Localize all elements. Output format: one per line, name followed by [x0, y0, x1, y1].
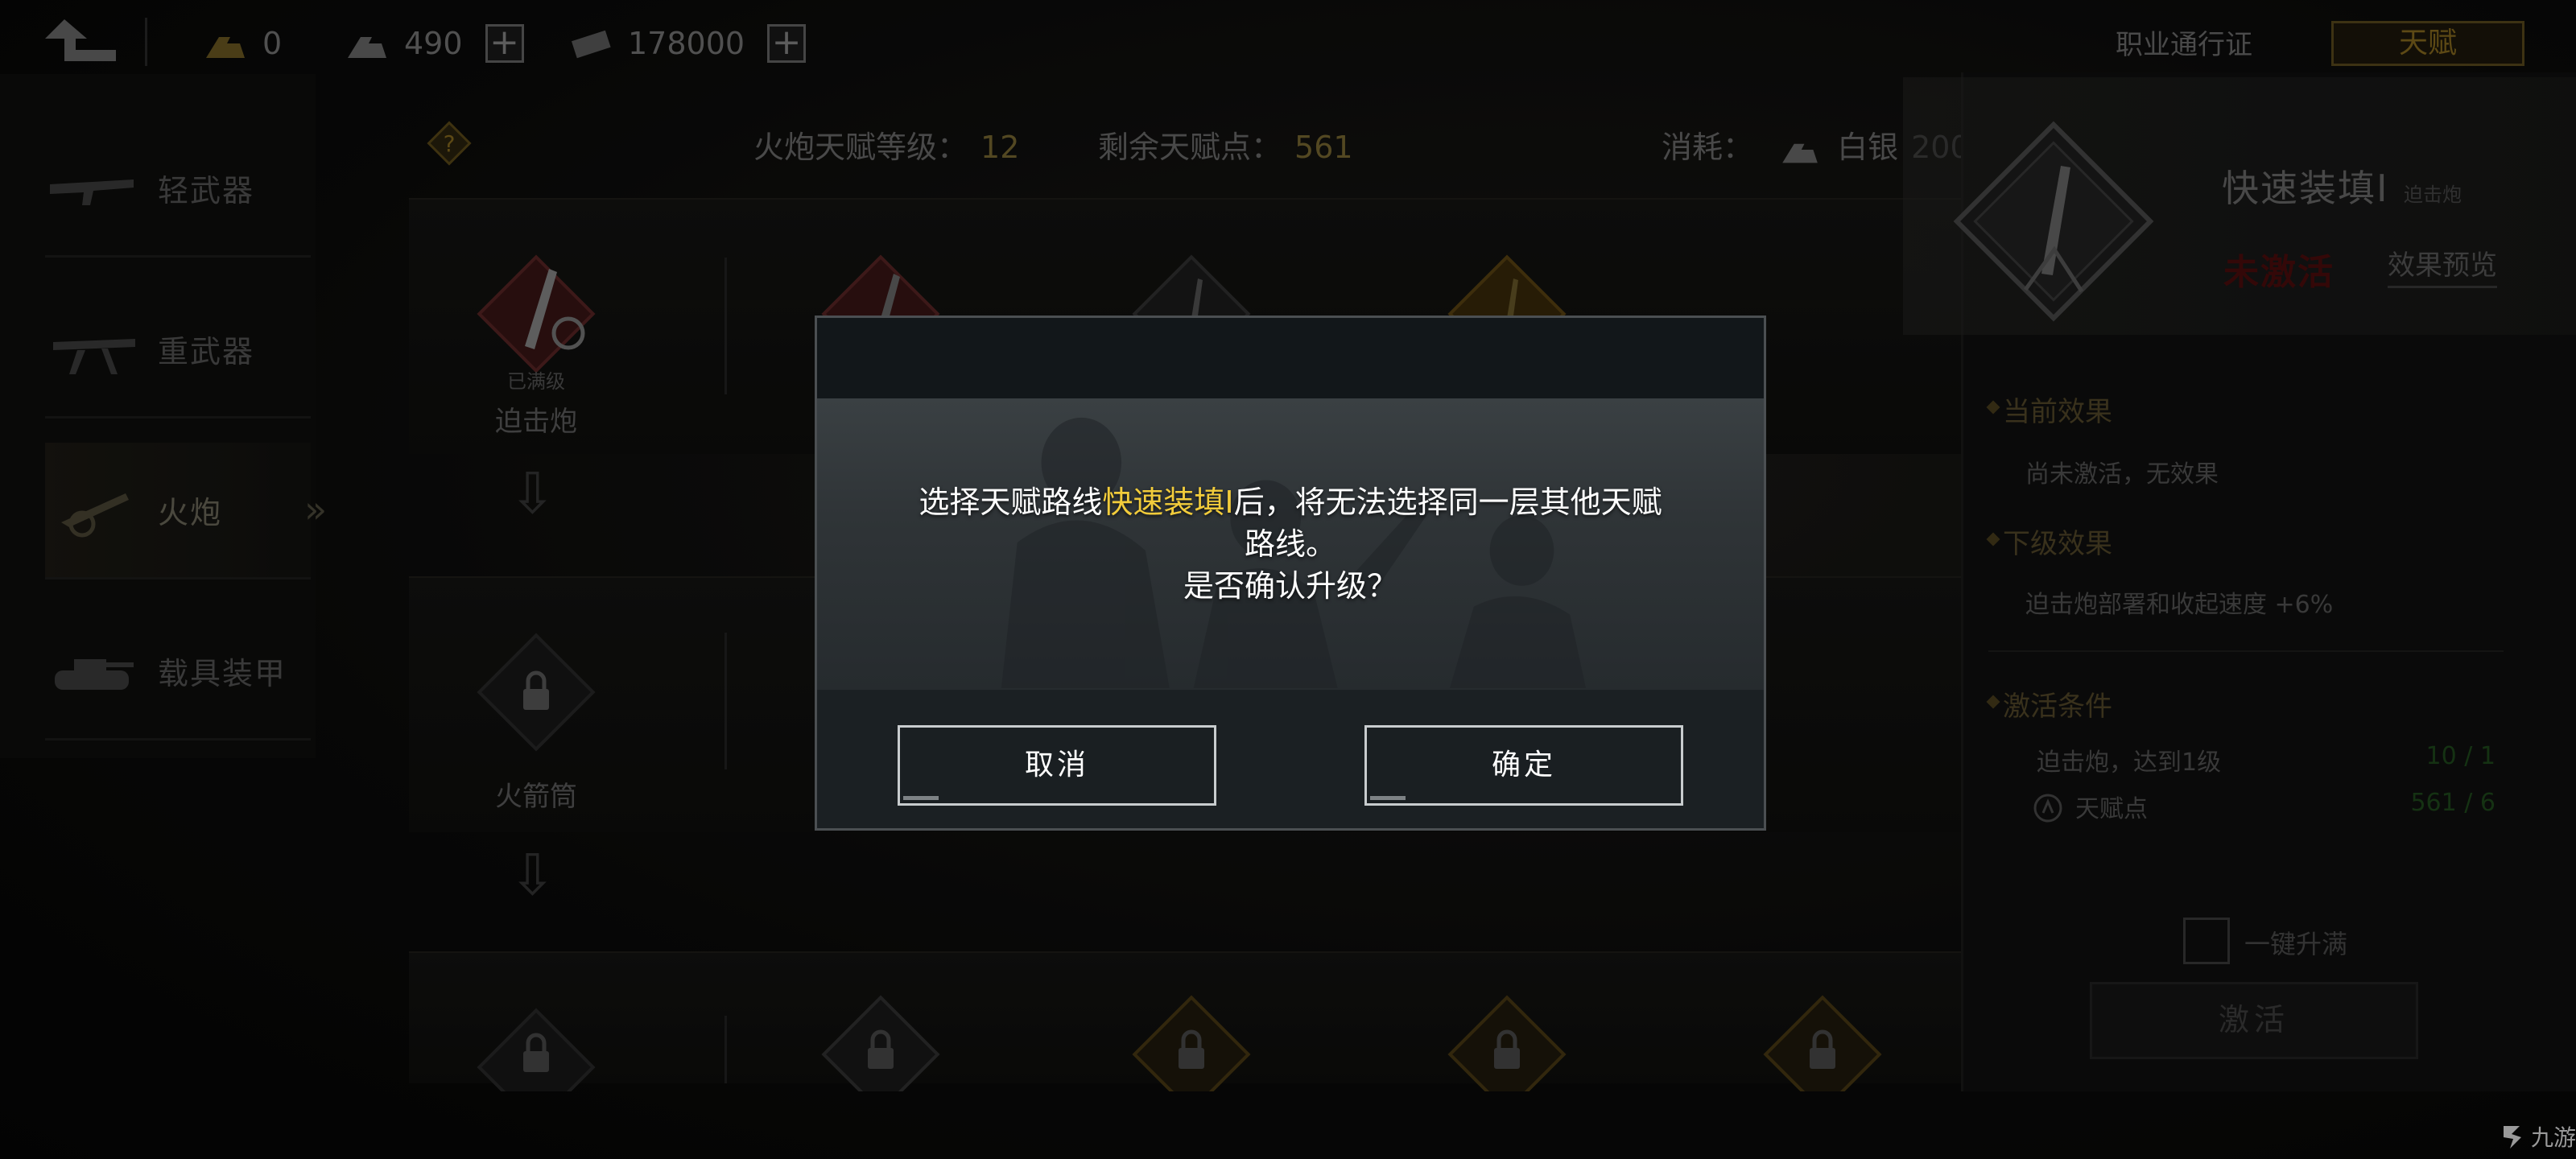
confirm-dialog: 选择天赋路线快速装填I后，将无法选择同一层其他天赋 路线。 是否确认升级？ 取消… [815, 316, 1766, 831]
message-text: 选择天赋路线 [919, 485, 1103, 520]
cancel-button[interactable]: 取消 [898, 725, 1216, 806]
talent-name-highlight: 快速装填I [1102, 485, 1234, 520]
message-line-1: 选择天赋路线快速装填I后，将无法选择同一层其他天赋 [896, 481, 1685, 523]
nine-game-logo-icon [2504, 1126, 2521, 1149]
watermark-text: 九游 [2531, 1124, 2576, 1151]
message-line-2: 路线。 [1244, 526, 1336, 562]
confirm-button[interactable]: 确定 [1364, 725, 1683, 806]
message-line-3: 是否确认升级？ [1183, 568, 1397, 604]
watermark-logo: 九游 [2499, 1120, 2576, 1153]
dialog-header [817, 318, 1764, 398]
message-text: 后，将无法选择同一层其他天赋 [1233, 485, 1662, 520]
dialog-message: 选择天赋路线快速装填I后，将无法选择同一层其他天赋 路线。 是否确认升级？ [817, 398, 1764, 690]
